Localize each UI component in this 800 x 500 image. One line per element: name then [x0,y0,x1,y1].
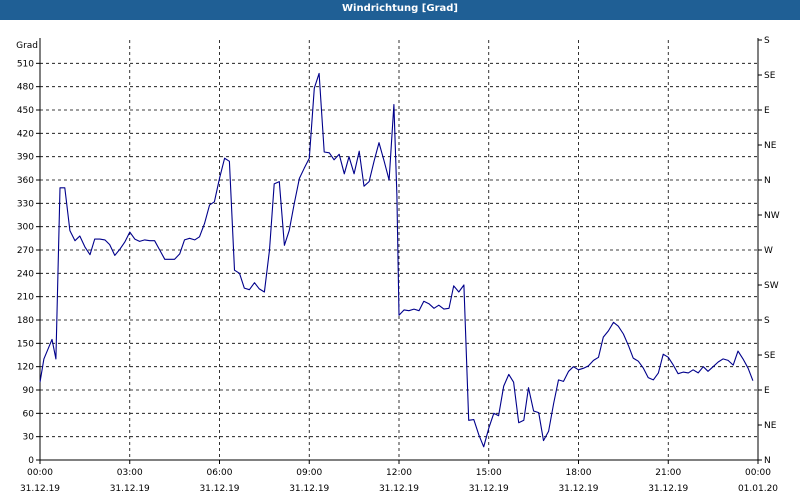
x-tick-time-label: 00:00 [745,468,771,478]
x-tick-time-label: 21:00 [655,468,681,478]
x-tick-date-label: 31.12.19 [469,484,509,494]
right-tick-label: E [764,386,770,396]
x-tick-date-label: 31.12.19 [648,484,688,494]
x-tick-date-label: 31.12.19 [20,484,60,494]
x-tick-time-label: 09:00 [296,468,322,478]
y-tick-label: 90 [23,386,35,396]
x-tick-date-label: 31.12.19 [289,484,329,494]
right-tick-label: SE [764,351,776,361]
y-tick-label: 210 [17,293,34,303]
right-tick-label: SW [764,281,779,291]
x-tick-time-label: 03:00 [117,468,143,478]
x-tick-date-label: 01.01.20 [738,484,778,494]
right-tick-label: S [764,316,770,326]
x-tick-date-label: 31.12.19 [199,484,239,494]
y-tick-label: 150 [17,339,34,349]
y-tick-label: 390 [17,153,34,163]
right-tick-label: NE [764,141,777,151]
right-tick-label: NE [764,421,777,431]
y-tick-label: 270 [17,246,34,256]
y-tick-label: 450 [17,106,34,116]
y-tick-label: 300 [17,223,34,233]
y-tick-label: 420 [17,129,34,139]
x-tick-time-label: 06:00 [207,468,233,478]
y-tick-label: 510 [17,59,34,69]
x-tick-date-label: 31.12.19 [379,484,419,494]
x-tick-date-label: 31.12.19 [558,484,598,494]
series-line [39,72,754,448]
y-tick-label: 0 [28,456,34,466]
x-tick-time-label: 00:00 [27,468,53,478]
wind-direction-chart: 0 30 60 90 120 150 180 210 240 270 300 330 360 390 420… [16,36,780,494]
y-tick-label: 120 [17,363,34,373]
right-tick-label: N [764,176,771,186]
right-tick-label: E [764,106,770,116]
x-tick-time-label: 12:00 [386,468,412,478]
y-tick-label: 180 [17,316,34,326]
x-tick-time-label: 18:00 [566,468,592,478]
y-tick-label: 330 [17,199,34,209]
y-tick-label: 360 [17,176,34,186]
x-tick-time-label: 15:00 [476,468,502,478]
right-tick-label: SE [764,71,776,81]
y-tick-label: 60 [23,409,35,419]
right-tick-label: S [764,36,770,46]
right-tick-label: W [764,246,773,256]
x-tick-date-label: 31.12.19 [110,484,150,494]
y-axis-label: Grad [16,41,38,51]
y-tick-label: 240 [17,269,34,279]
y-tick-label: 480 [17,83,34,93]
chart-window: Windrichtung [Grad] 0 30 60 90 120 150 180 210 2… [0,0,800,500]
right-tick-label: N [764,456,771,466]
y-tick-label: 30 [23,433,35,443]
right-tick-label: NW [764,211,780,221]
